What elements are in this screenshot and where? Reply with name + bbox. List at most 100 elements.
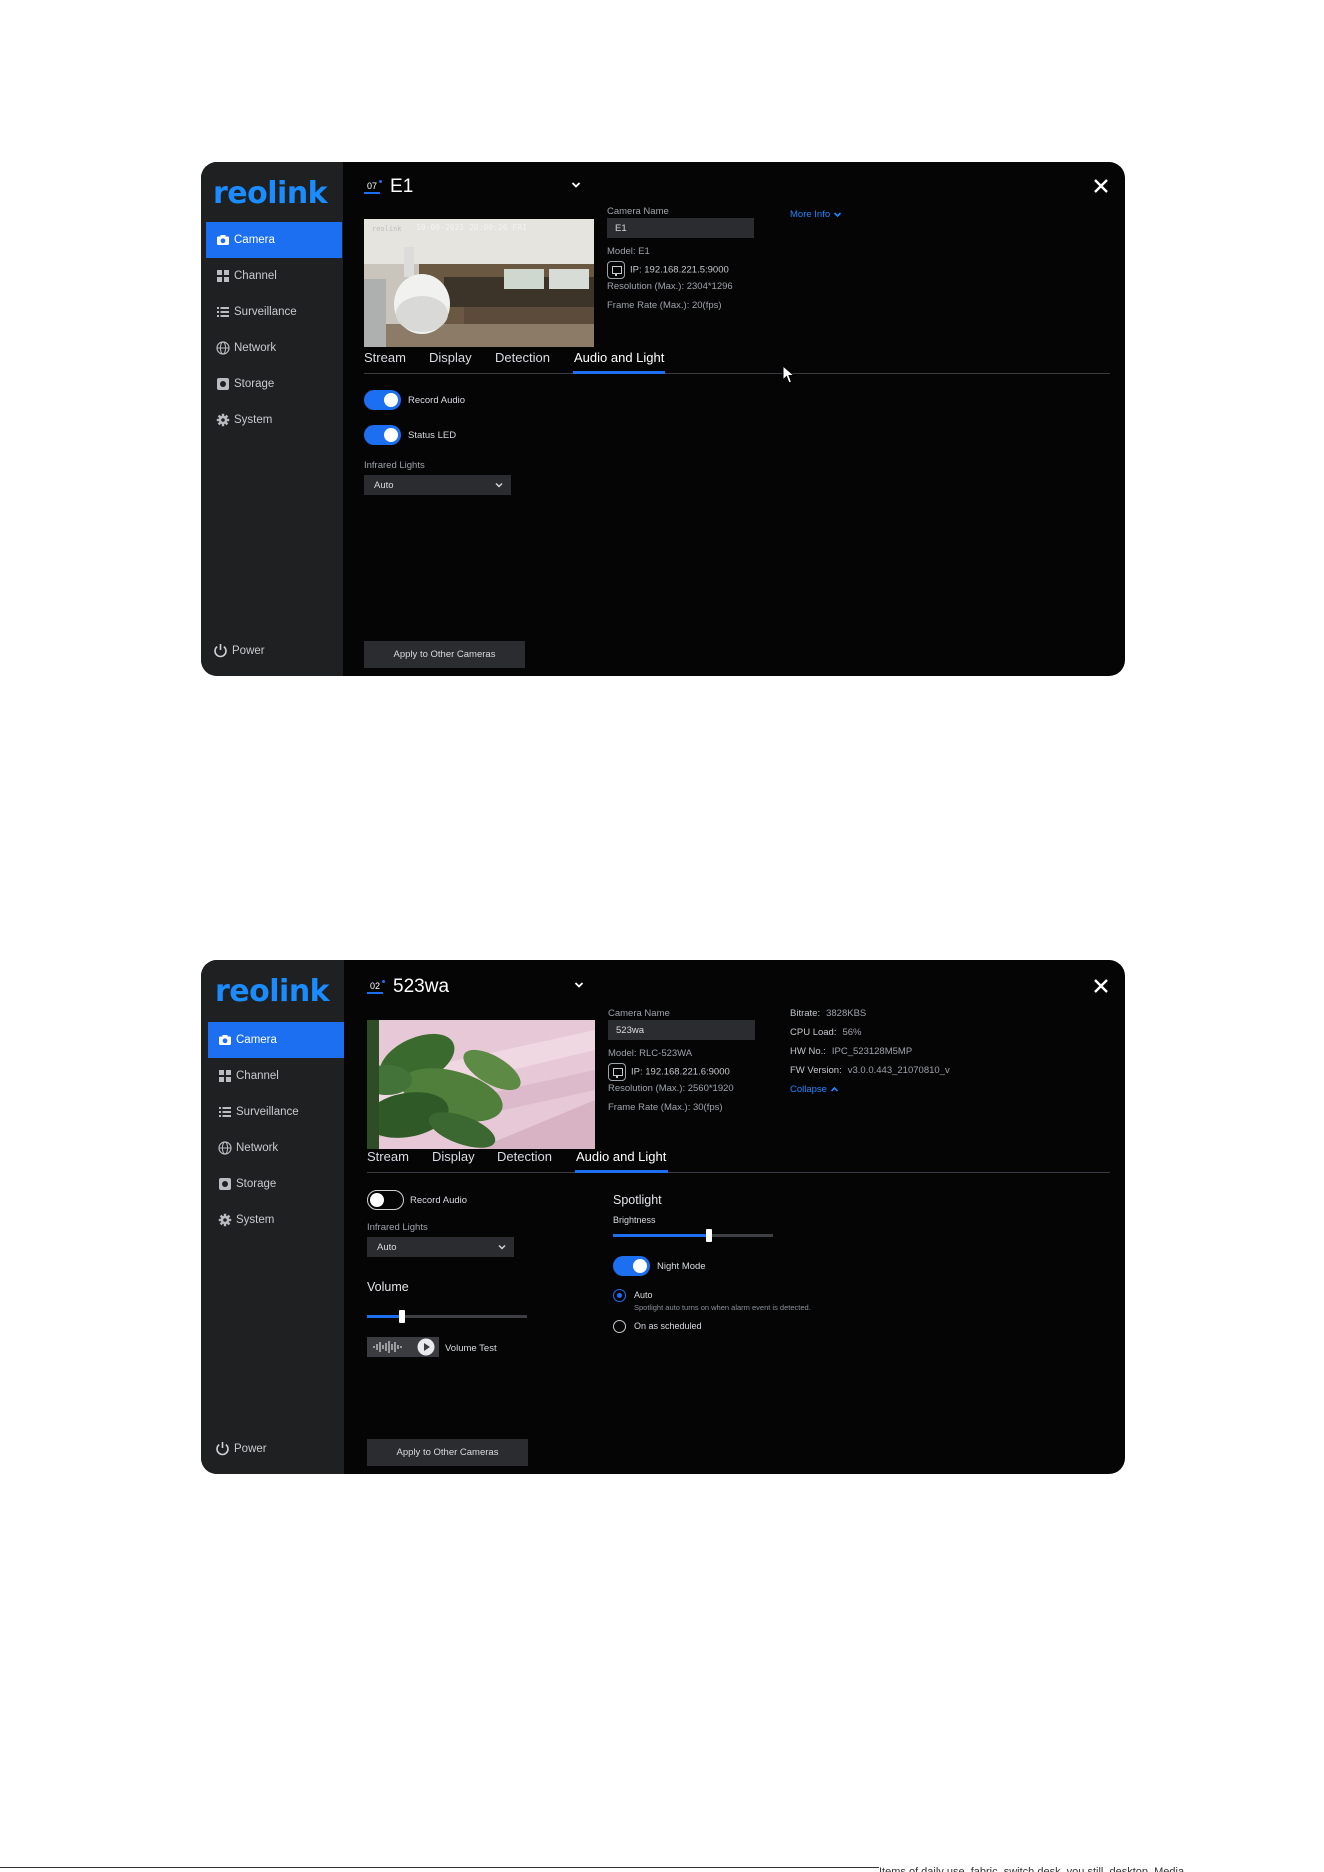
ip-text: IP: 192.168.221.6:9000 [631, 1066, 730, 1078]
gear-icon [216, 413, 230, 427]
camera-select-chevron-icon[interactable] [569, 178, 583, 192]
channel-number-badge: 02 [367, 979, 386, 994]
infrared-lights-value: Auto [374, 480, 394, 491]
page-footer-text: Items of daily use, fabric, switch desk,… [879, 1866, 1185, 1872]
radio-on-as-scheduled[interactable] [613, 1320, 626, 1333]
camera-title: E1 [390, 176, 414, 197]
tab-display[interactable]: Display [432, 1149, 475, 1164]
camera-name-label: Camera Name [608, 1008, 670, 1019]
cpu-load-stat: CPU Load: 56% [790, 1027, 862, 1038]
list-icon [218, 1105, 232, 1119]
radio-scheduled-label: On as scheduled [634, 1321, 702, 1331]
camera-name-field[interactable]: 523wa [608, 1020, 755, 1040]
cpu-load-value: 56% [842, 1027, 862, 1038]
tab-audio-and-light[interactable]: Audio and Light [576, 1149, 666, 1164]
record-audio-toggle[interactable] [367, 1190, 404, 1210]
power-button[interactable]: Power [213, 643, 265, 658]
sidebar-item-system[interactable]: System [206, 402, 342, 438]
tab-display[interactable]: Display [429, 350, 472, 365]
more-info-link[interactable]: More Info [790, 209, 842, 220]
channel-grid-icon [218, 1069, 232, 1083]
storage-icon [218, 1177, 232, 1191]
sidebar: reolink Camera Channel Surveillance Netw… [201, 162, 343, 676]
chevron-up-icon [830, 1086, 839, 1092]
sidebar-item-channel[interactable]: Channel [208, 1058, 344, 1094]
record-audio-toggle[interactable] [364, 390, 401, 410]
frame-rate-text: Frame Rate (Max.): 30(fps) [608, 1102, 723, 1113]
sidebar-item-label: Channel [234, 270, 277, 282]
more-info-label: More Info [790, 209, 831, 220]
sidebar-item-label: System [234, 414, 273, 426]
sidebar-item-storage[interactable]: Storage [208, 1166, 344, 1202]
resolution-text: Resolution (Max.): 2304*1296 [607, 281, 733, 292]
sidebar-item-network[interactable]: Network [208, 1130, 344, 1166]
chevron-down-icon [498, 1244, 506, 1250]
radio-auto-hint: Spotlight auto turns on when alarm event… [634, 1303, 811, 1312]
close-icon[interactable] [1091, 176, 1111, 196]
camera-icon [216, 233, 230, 247]
camera-select-chevron-icon[interactable] [572, 978, 586, 992]
sidebar-item-camera[interactable]: Camera [208, 1022, 344, 1058]
brightness-slider-thumb[interactable] [706, 1229, 712, 1242]
power-icon [216, 1442, 229, 1456]
camera-preview [367, 1020, 595, 1149]
globe-icon [216, 341, 230, 355]
power-button[interactable]: Power [215, 1441, 267, 1456]
channel-number-badge: 07 [364, 179, 383, 194]
hw-number-value: IPC_523128M5MP [831, 1046, 913, 1057]
ip-row: IP: 192.168.221.5:9000 [607, 261, 729, 279]
sidebar-item-channel[interactable]: Channel [206, 258, 342, 294]
sidebar-item-surveillance[interactable]: Surveillance [208, 1094, 344, 1130]
sidebar-item-label: Network [236, 1142, 279, 1154]
tab-audio-and-light[interactable]: Audio and Light [574, 350, 664, 365]
radio-auto-label: Auto [634, 1290, 653, 1300]
radio-auto[interactable] [613, 1289, 626, 1302]
infrared-lights-select[interactable]: Auto [364, 475, 511, 495]
cpu-load-label: CPU Load: [790, 1027, 837, 1038]
status-led-toggle[interactable] [364, 425, 401, 445]
active-tab-indicator [575, 1170, 668, 1173]
record-audio-label: Record Audio [408, 395, 466, 406]
sidebar-item-camera[interactable]: Camera [206, 222, 342, 258]
volume-test-button[interactable] [367, 1337, 439, 1357]
camera-name-field[interactable]: E1 [607, 218, 754, 238]
camera-name-label: Camera Name [607, 206, 669, 217]
camera-header: 02 523wa [367, 976, 449, 998]
sidebar-item-label: Storage [234, 378, 275, 390]
model-text: Model: E1 [607, 246, 650, 257]
apply-to-other-cameras-button[interactable]: Apply to Other Cameras [367, 1439, 528, 1466]
sidebar-item-system[interactable]: System [208, 1202, 344, 1238]
status-led-label: Status LED [408, 430, 457, 441]
tab-detection[interactable]: Detection [495, 350, 550, 365]
chevron-down-icon [834, 212, 842, 218]
infrared-lights-select[interactable]: Auto [367, 1237, 514, 1257]
sidebar-item-network[interactable]: Network [206, 330, 342, 366]
storage-icon [216, 377, 230, 391]
chevron-down-icon [495, 482, 503, 488]
sidebar-item-label: Network [234, 342, 277, 354]
sidebar-item-storage[interactable]: Storage [206, 366, 342, 402]
sidebar-item-label: Surveillance [234, 306, 297, 318]
tab-stream[interactable]: Stream [367, 1149, 409, 1164]
infrared-lights-label: Infrared Lights [367, 1222, 428, 1233]
play-icon [417, 1338, 435, 1356]
power-label: Power [234, 1442, 267, 1455]
volume-slider[interactable] [367, 1310, 527, 1323]
power-icon [214, 644, 227, 658]
close-icon[interactable] [1091, 976, 1111, 996]
night-mode-toggle[interactable] [613, 1256, 650, 1276]
reolink-logo: reolink [215, 974, 330, 1009]
sidebar-item-surveillance[interactable]: Surveillance [206, 294, 342, 330]
collapse-link[interactable]: Collapse [790, 1084, 839, 1095]
sidebar-item-label: Channel [236, 1070, 279, 1082]
volume-slider-thumb[interactable] [399, 1310, 406, 1323]
spotlight-title: Spotlight [613, 1193, 662, 1207]
waveform-icon [373, 1341, 402, 1353]
brightness-slider[interactable] [613, 1229, 773, 1242]
ip-device-icon [607, 261, 625, 279]
mouse-cursor-icon [782, 365, 796, 384]
apply-to-other-cameras-button[interactable]: Apply to Other Cameras [364, 641, 525, 668]
tab-detection[interactable]: Detection [497, 1149, 552, 1164]
tab-stream[interactable]: Stream [364, 350, 406, 365]
model-text: Model: RLC-523WA [608, 1048, 693, 1059]
